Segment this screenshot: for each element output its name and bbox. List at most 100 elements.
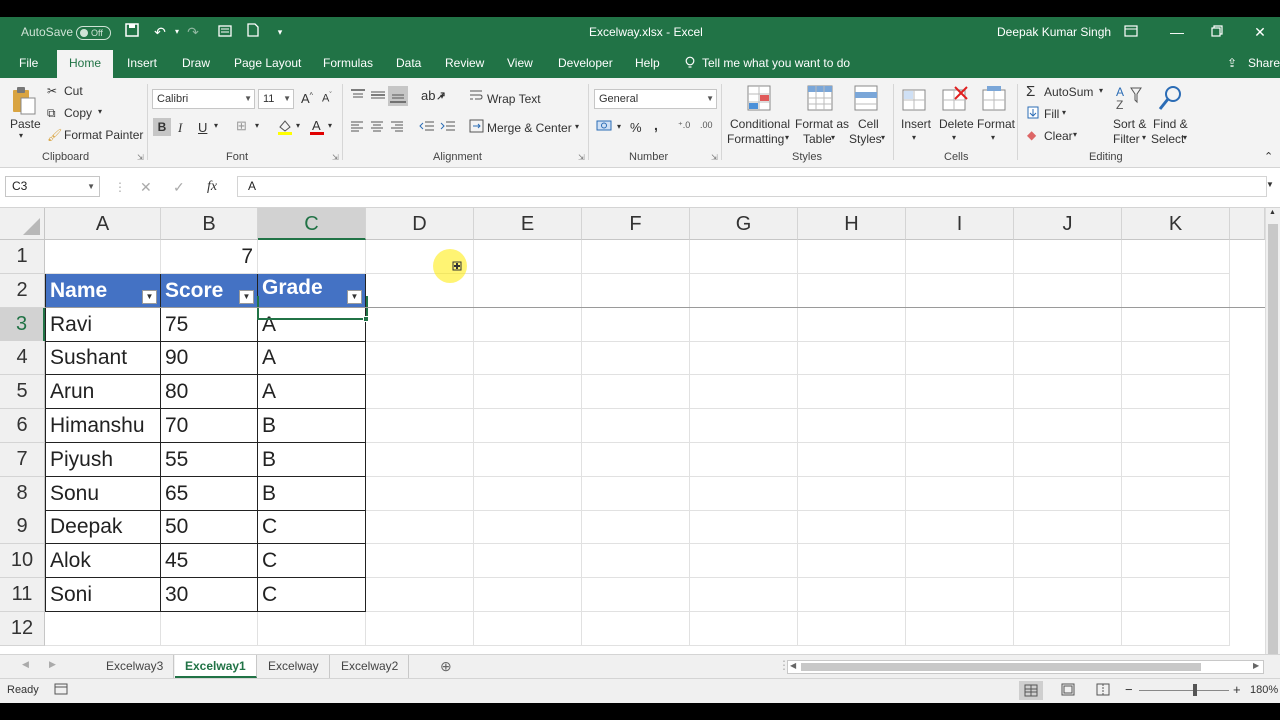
grow-font-icon[interactable]: A^	[301, 91, 313, 106]
vertical-scroll-thumb[interactable]	[1268, 224, 1278, 654]
empty-cell[interactable]	[906, 476, 1014, 511]
empty-cell[interactable]	[1122, 510, 1230, 545]
empty-cell[interactable]	[582, 409, 690, 443]
tab-help[interactable]: Help	[635, 56, 660, 70]
restore-icon[interactable]	[1207, 23, 1227, 41]
format-button[interactable]: Format	[977, 117, 1015, 131]
conditional-formatting-label-2[interactable]: Formatting	[727, 132, 784, 146]
empty-cell[interactable]	[1122, 307, 1230, 342]
fill-button[interactable]: Fill	[1044, 107, 1059, 121]
paste-icon[interactable]	[10, 86, 38, 115]
empty-cell[interactable]	[690, 510, 798, 545]
empty-cell[interactable]	[1122, 240, 1230, 274]
table-cell[interactable]: Sonu	[45, 476, 161, 511]
table-cell[interactable]: 50	[161, 510, 258, 545]
table-cell[interactable]: C	[258, 578, 366, 612]
autosum-icon[interactable]: Σ	[1026, 83, 1035, 100]
row-header-3[interactable]: 3	[0, 307, 45, 342]
empty-cell[interactable]	[906, 510, 1014, 545]
table-cell[interactable]: 75	[161, 307, 258, 342]
empty-cell[interactable]	[798, 307, 906, 342]
empty-cell[interactable]	[906, 442, 1014, 477]
empty-cell[interactable]	[474, 476, 582, 511]
clear-eraser-icon[interactable]: ◆	[1027, 128, 1036, 142]
column-header-k[interactable]: K	[1122, 208, 1230, 240]
horizontal-scrollbar[interactable]: ◀ ▶	[787, 660, 1264, 674]
row-header-1[interactable]: 1	[0, 240, 45, 274]
empty-cell[interactable]	[366, 409, 474, 443]
fill-handle[interactable]	[363, 316, 369, 322]
empty-cell[interactable]	[582, 307, 690, 342]
page-break-view-icon[interactable]	[1096, 683, 1110, 699]
zoom-in-icon[interactable]: +	[1233, 682, 1241, 697]
empty-cell[interactable]	[582, 341, 690, 376]
empty-cell[interactable]	[474, 409, 582, 443]
row-header-11[interactable]: 11	[0, 578, 45, 612]
underline-dropdown-icon[interactable]: ▾	[214, 121, 218, 130]
align-top-icon[interactable]	[350, 88, 366, 105]
empty-cell[interactable]	[474, 273, 582, 308]
decrease-indent-icon[interactable]	[419, 120, 435, 135]
copy-button[interactable]: Copy	[64, 106, 92, 120]
empty-cell[interactable]	[161, 611, 258, 646]
empty-cell[interactable]	[798, 409, 906, 443]
column-header-a[interactable]: A	[45, 208, 161, 240]
customize-qat-icon[interactable]: ▾	[271, 23, 289, 41]
borders-dropdown-icon[interactable]: ▾	[255, 121, 259, 130]
tab-draw[interactable]: Draw	[182, 56, 210, 70]
row-header-6[interactable]: 6	[0, 409, 45, 443]
cut-icon[interactable]: ✂	[47, 84, 57, 98]
ribbon-display-icon[interactable]	[1121, 23, 1141, 41]
cell-styles-dropdown-icon[interactable]: ▾	[881, 133, 885, 142]
orientation-dropdown-icon[interactable]: ▾	[440, 92, 444, 101]
empty-cell[interactable]	[582, 544, 690, 579]
empty-cell[interactable]	[1014, 409, 1122, 443]
empty-cell[interactable]	[690, 375, 798, 410]
fill-color-icon[interactable]	[277, 118, 293, 139]
format-dropdown-icon[interactable]: ▾	[991, 133, 995, 142]
table-cell[interactable]: Arun	[45, 375, 161, 410]
scroll-up-icon[interactable]: ▲	[1269, 209, 1276, 216]
expand-formula-icon[interactable]: ▼	[1266, 180, 1274, 189]
empty-cell[interactable]	[690, 544, 798, 579]
conditional-formatting-icon[interactable]	[746, 84, 774, 112]
empty-cell[interactable]	[906, 240, 1014, 274]
empty-cell[interactable]	[1014, 442, 1122, 477]
filter-dropdown-icon[interactable]: ▼	[239, 290, 254, 304]
user-name[interactable]: Deepak Kumar Singh	[997, 25, 1111, 39]
column-header-g[interactable]: G	[690, 208, 798, 240]
row-header-10[interactable]: 10	[0, 544, 45, 579]
filter-dropdown-icon[interactable]: ▼	[142, 290, 157, 304]
empty-cell[interactable]	[690, 578, 798, 612]
delete-cells-icon[interactable]	[941, 84, 969, 112]
empty-cell[interactable]	[690, 240, 798, 274]
empty-cell[interactable]	[798, 611, 906, 646]
empty-cell[interactable]	[690, 442, 798, 477]
find-select-label-1[interactable]: Find &	[1153, 117, 1188, 131]
tab-data[interactable]: Data	[396, 56, 421, 70]
column-header-h[interactable]: H	[798, 208, 906, 240]
format-as-table-label-1[interactable]: Format as	[795, 117, 849, 131]
table-cell[interactable]: 30	[161, 578, 258, 612]
sort-filter-label-1[interactable]: Sort &	[1113, 117, 1146, 131]
table-cell[interactable]: 45	[161, 544, 258, 579]
empty-cell[interactable]	[1014, 578, 1122, 612]
empty-cell[interactable]	[366, 375, 474, 410]
insert-button[interactable]: Insert	[901, 117, 931, 131]
tab-formulas[interactable]: Formulas	[323, 56, 373, 70]
empty-cell[interactable]	[1122, 611, 1230, 646]
empty-cell[interactable]	[690, 409, 798, 443]
cell-styles-label-2[interactable]: Styles	[849, 132, 882, 146]
empty-cell[interactable]	[906, 544, 1014, 579]
currency-icon[interactable]	[596, 118, 614, 137]
share-button[interactable]: Share	[1248, 56, 1280, 70]
zoom-slider[interactable]	[1139, 684, 1229, 696]
empty-cell[interactable]	[798, 476, 906, 511]
tab-view[interactable]: View	[507, 56, 533, 70]
cell-a1[interactable]	[45, 240, 161, 274]
row-header-8[interactable]: 8	[0, 476, 45, 511]
column-header-f[interactable]: F	[582, 208, 690, 240]
empty-cell[interactable]	[1014, 544, 1122, 579]
empty-cell[interactable]	[906, 273, 1014, 308]
empty-cell[interactable]	[1014, 611, 1122, 646]
